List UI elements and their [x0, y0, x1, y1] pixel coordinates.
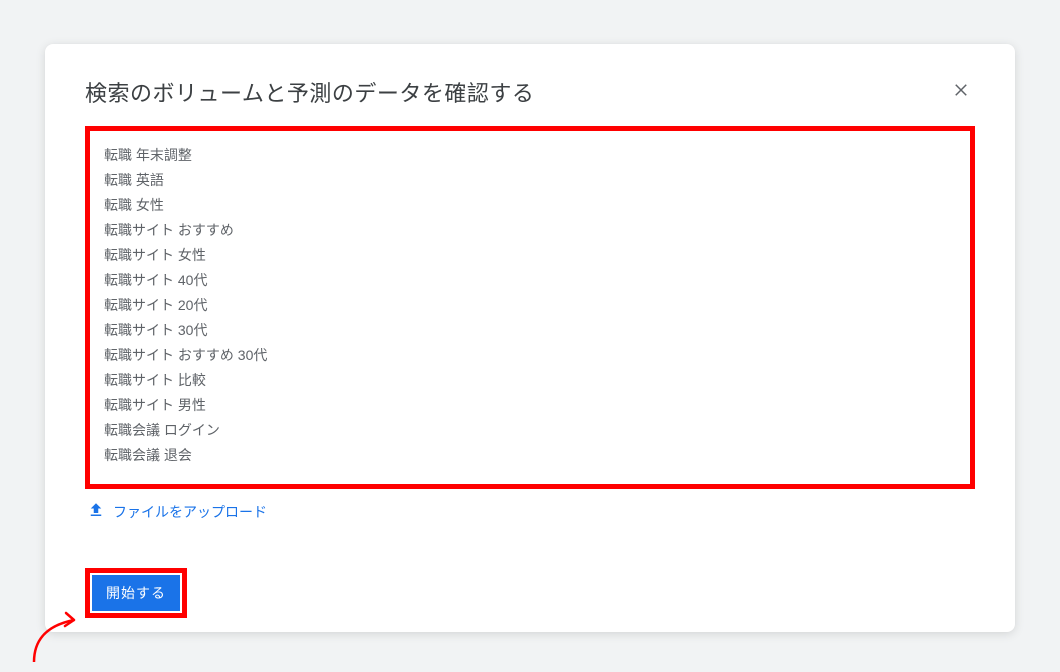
keywords-textarea[interactable] [96, 137, 964, 473]
keywords-highlight-box [85, 126, 975, 489]
dialog-panel: 検索のボリュームと予測のデータを確認する ファイルをアップロード 開始する [45, 44, 1015, 632]
upload-label: ファイルをアップロード [113, 502, 267, 522]
dialog-header: 検索のボリュームと予測のデータを確認する [85, 76, 975, 108]
start-button[interactable]: 開始する [92, 575, 180, 611]
upload-icon [87, 501, 105, 522]
dialog-title: 検索のボリュームと予測のデータを確認する [85, 76, 534, 108]
upload-file-link[interactable]: ファイルをアップロード [87, 501, 975, 522]
start-highlight-box: 開始する [85, 568, 187, 618]
close-icon [952, 81, 970, 99]
close-button[interactable] [947, 76, 975, 104]
dialog-footer: 開始する [85, 568, 187, 618]
